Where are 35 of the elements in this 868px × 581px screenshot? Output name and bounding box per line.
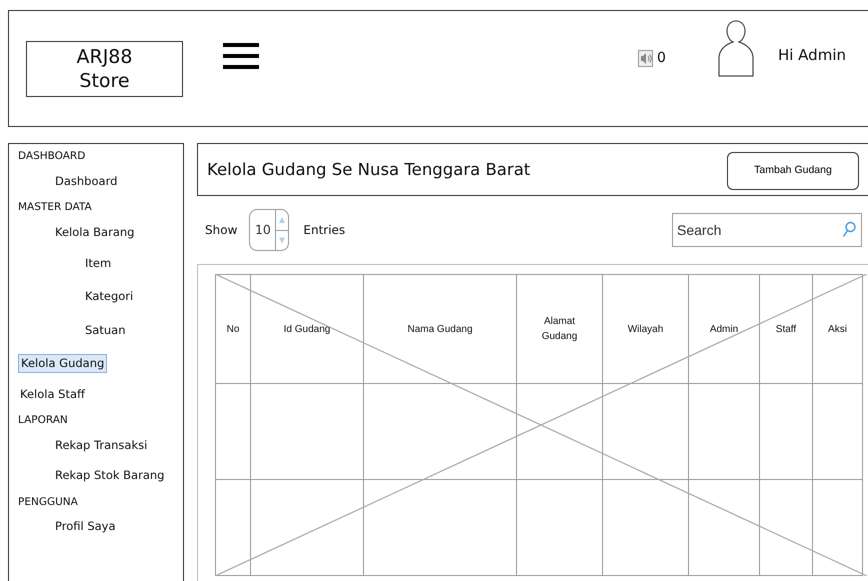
menu-item[interactable]: Rekap Transaksi xyxy=(55,437,148,454)
entries-label: Entries xyxy=(303,222,346,239)
submenu-item[interactable]: Satuan xyxy=(85,322,126,339)
section-heading: DASHBOARD xyxy=(18,149,86,164)
column-header: Aksi xyxy=(828,322,847,336)
menu-icon[interactable] xyxy=(223,43,259,69)
page-title: Kelola Gudang Se Nusa Tenggara Barat xyxy=(207,159,530,181)
add-warehouse-button[interactable]: Tambah Gudang xyxy=(727,152,859,190)
column-header: Admin xyxy=(710,322,738,336)
speaker-icon[interactable] xyxy=(638,50,654,67)
submenu-item[interactable]: Kategori xyxy=(85,288,134,306)
menu-item[interactable]: Profil Saya xyxy=(55,518,116,536)
column-header: Nama Gudang xyxy=(407,322,473,336)
column-header: Alamat Gudang xyxy=(540,315,578,344)
column-header: Wilayah xyxy=(628,322,664,336)
notification-count: 0 xyxy=(657,49,666,68)
store-logo[interactable]: ARJ88 Store xyxy=(26,41,183,97)
menu-item[interactable]: Kelola Gudang xyxy=(18,354,108,373)
submenu-item[interactable]: Item xyxy=(85,255,112,272)
menu-item[interactable]: Rekap Stok Barang xyxy=(55,467,164,484)
section-heading: PENGGUNA xyxy=(18,494,78,510)
greeting-text: Hi Admin xyxy=(778,45,846,66)
menu-item[interactable]: Kelola Barang xyxy=(55,224,134,241)
menu-item[interactable]: Kelola Staff xyxy=(18,386,87,404)
menu-item[interactable]: Dashboard xyxy=(55,172,118,190)
user-avatar-icon[interactable] xyxy=(718,20,754,77)
column-header: Id Gudang xyxy=(284,322,330,336)
search-icon[interactable] xyxy=(842,221,856,238)
column-header: Staff xyxy=(776,322,796,336)
entries-spinner[interactable]: 10 xyxy=(249,209,290,251)
show-label: Show xyxy=(205,222,238,239)
search-field[interactable]: Search xyxy=(672,213,862,247)
column-header: No xyxy=(226,322,240,336)
section-heading: LAPORAN xyxy=(18,413,68,428)
section-heading: MASTER DATA xyxy=(18,200,92,215)
